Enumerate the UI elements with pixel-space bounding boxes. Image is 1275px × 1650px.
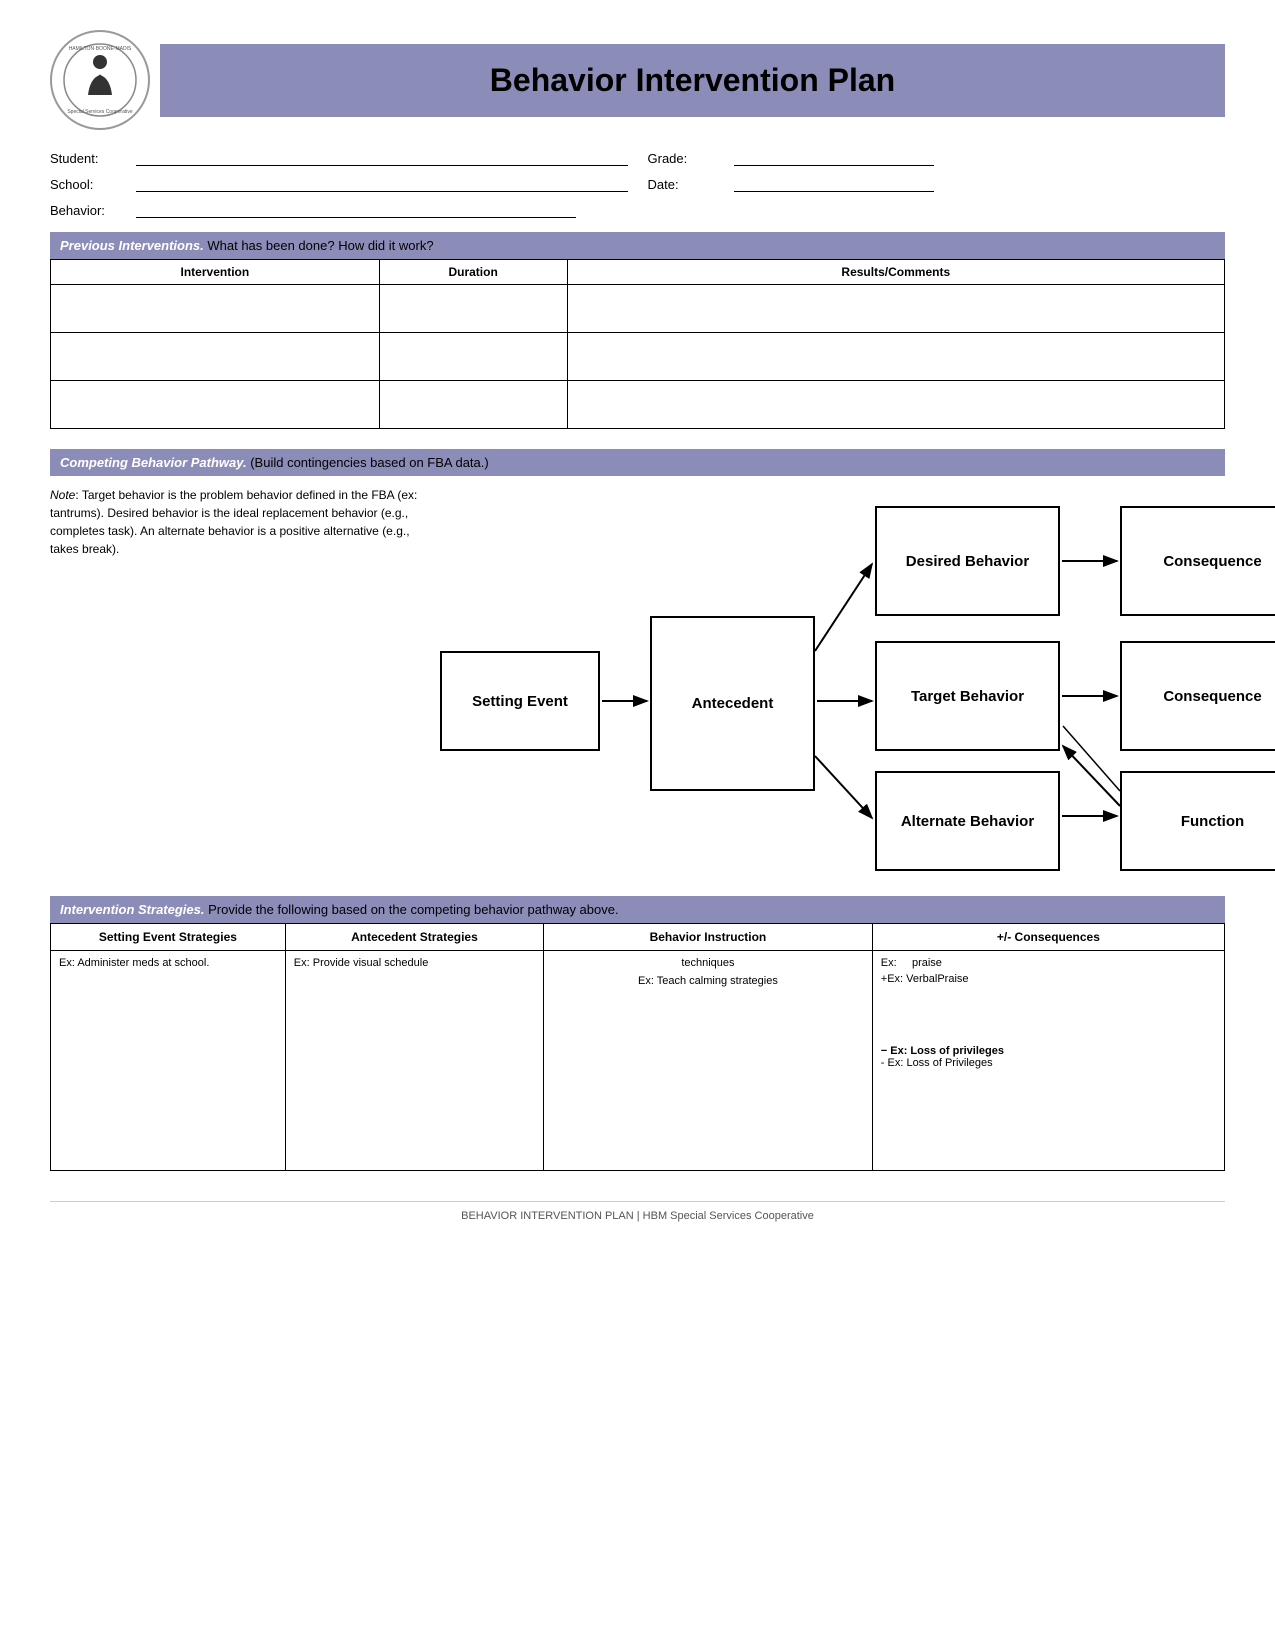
intervention-cell[interactable] bbox=[51, 285, 380, 333]
col-intervention: Intervention bbox=[51, 260, 380, 285]
box-target-behavior: Target Behavior bbox=[875, 641, 1060, 751]
intervention-header-sub: Provide the following based on the compe… bbox=[204, 902, 618, 917]
duration-cell[interactable] bbox=[379, 285, 567, 333]
col-results: Results/Comments bbox=[567, 260, 1224, 285]
note-intro: Note: bbox=[50, 488, 82, 502]
results-cell[interactable] bbox=[567, 285, 1224, 333]
behavior-instruction-cell[interactable]: techniques Ex: Teach calming strategies bbox=[544, 951, 873, 1171]
logo: HAMILTON·BOONE·MADIS Special Services Co… bbox=[50, 30, 150, 130]
prev-interventions-table: Intervention Duration Results/Comments bbox=[50, 259, 1225, 429]
col-antecedent-strat: Antecedent Strategies bbox=[285, 924, 543, 951]
consequence-plus1: Ex: praise bbox=[881, 957, 1216, 969]
pathway-container: Note: Target behavior is the problem beh… bbox=[50, 486, 1225, 866]
duration-cell[interactable] bbox=[379, 333, 567, 381]
strategies-table: Setting Event Strategies Antecedent Stra… bbox=[50, 923, 1225, 1171]
student-input[interactable] bbox=[136, 148, 628, 166]
strat-header-row: Setting Event Strategies Antecedent Stra… bbox=[51, 924, 1225, 951]
title-block: Behavior Intervention Plan bbox=[160, 44, 1225, 117]
page-title: Behavior Intervention Plan bbox=[180, 62, 1205, 99]
col-duration: Duration bbox=[379, 260, 567, 285]
date-input[interactable] bbox=[734, 174, 934, 192]
consequence-plus2: +Ex: VerbalPraise bbox=[881, 973, 1216, 985]
box-desired-behavior: Desired Behavior bbox=[875, 506, 1060, 616]
note-alternate-bold: alternate behavior bbox=[158, 524, 254, 538]
behavior-example: Ex: Teach calming strategies bbox=[638, 975, 778, 987]
setting-event-strat-cell[interactable]: Ex: Administer meds at school. bbox=[51, 951, 286, 1171]
previous-interventions-section: Previous Interventions. What has been do… bbox=[50, 232, 1225, 429]
pathway-note: Note: Target behavior is the problem beh… bbox=[50, 486, 440, 866]
table-header-row: Intervention Duration Results/Comments bbox=[51, 260, 1225, 285]
student-row: Student: bbox=[50, 148, 628, 166]
col-consequences: +/- Consequences bbox=[872, 924, 1224, 951]
consequence-minus1: − Ex: Loss of privileges bbox=[881, 1045, 1216, 1057]
intervention-header-bold: Intervention Strategies. bbox=[60, 902, 204, 917]
school-input[interactable] bbox=[136, 174, 628, 192]
strat-row: Ex: Administer meds at school. Ex: Provi… bbox=[51, 951, 1225, 1171]
grade-input[interactable] bbox=[734, 148, 934, 166]
col-behavior-instruction: Behavior Instruction bbox=[544, 924, 873, 951]
behavior-line2: Ex: Teach calming strategies bbox=[552, 975, 864, 987]
student-grade-row: Student: Grade: bbox=[50, 148, 1225, 174]
duration-cell[interactable] bbox=[379, 381, 567, 429]
antecedent-example: Ex: Provide visual schedule bbox=[294, 957, 429, 969]
results-cell[interactable] bbox=[567, 333, 1224, 381]
results-cell[interactable] bbox=[567, 381, 1224, 429]
prev-interventions-header: Previous Interventions. What has been do… bbox=[50, 232, 1225, 259]
page-header: HAMILTON·BOONE·MADIS Special Services Co… bbox=[50, 30, 1225, 130]
box-consequence-mid: Consequence bbox=[1120, 641, 1275, 751]
prev-header-bold: Previous Interventions. bbox=[60, 238, 204, 253]
table-row bbox=[51, 333, 1225, 381]
col-setting-event-strat: Setting Event Strategies bbox=[51, 924, 286, 951]
intervention-strategies-header: Intervention Strategies. Provide the fol… bbox=[50, 896, 1225, 923]
pathway-diagram: Setting Event Antecedent Desired Behavio… bbox=[440, 486, 1225, 866]
note-target-bold: Target behavior bbox=[82, 488, 165, 502]
svg-text:Special Services Cooperative: Special Services Cooperative bbox=[67, 109, 133, 115]
antecedent-strat-cell[interactable]: Ex: Provide visual schedule bbox=[285, 951, 543, 1171]
svg-text:HAMILTON·BOONE·MADIS: HAMILTON·BOONE·MADIS bbox=[69, 46, 132, 52]
table-row bbox=[51, 381, 1225, 429]
table-row bbox=[51, 285, 1225, 333]
student-info-section: Student: Grade: School: Date: Behavior: bbox=[50, 148, 1225, 218]
grade-row: Grade: bbox=[648, 148, 1226, 166]
box-consequence-top: Consequence bbox=[1120, 506, 1275, 616]
prev-header-sub: What has been done? How did it work? bbox=[204, 238, 434, 253]
school-label: School: bbox=[50, 177, 130, 192]
box-alternate-behavior: Alternate Behavior bbox=[875, 771, 1060, 871]
page-footer: BEHAVIOR INTERVENTION PLAN | HBM Special… bbox=[50, 1201, 1225, 1222]
student-label: Student: bbox=[50, 151, 130, 166]
competing-header: Competing Behavior Pathway. (Build conti… bbox=[50, 449, 1225, 476]
box-antecedent: Antecedent bbox=[650, 616, 815, 791]
date-row: Date: bbox=[648, 174, 1226, 192]
intervention-cell[interactable] bbox=[51, 381, 380, 429]
box-function: Function bbox=[1120, 771, 1275, 871]
school-row: School: bbox=[50, 174, 628, 192]
footer-text: BEHAVIOR INTERVENTION PLAN | HBM Special… bbox=[461, 1210, 814, 1222]
school-date-row: School: Date: bbox=[50, 174, 1225, 200]
behavior-row: Behavior: bbox=[50, 200, 1225, 218]
behavior-input[interactable] bbox=[136, 200, 576, 218]
date-label: Date: bbox=[648, 177, 728, 192]
competing-header-bold: Competing Behavior Pathway. bbox=[60, 455, 247, 470]
note-desired-bold: Desired behavior bbox=[107, 506, 198, 520]
consequences-cell[interactable]: Ex: praise +Ex: VerbalPraise − Ex: Loss … bbox=[872, 951, 1224, 1171]
competing-header-sub: (Build contingencies based on FBA data.) bbox=[247, 455, 489, 470]
setting-event-example: Ex: Administer meds at school. bbox=[59, 957, 209, 969]
box-setting-event: Setting Event bbox=[440, 651, 600, 751]
intervention-cell[interactable] bbox=[51, 333, 380, 381]
behavior-line1: techniques bbox=[552, 957, 864, 969]
intervention-strategies-section: Intervention Strategies. Provide the fol… bbox=[50, 896, 1225, 1171]
competing-behavior-section: Competing Behavior Pathway. (Build conti… bbox=[50, 449, 1225, 866]
grade-label: Grade: bbox=[648, 151, 728, 166]
consequence-minus2: - Ex: Loss of Privileges bbox=[881, 1057, 1216, 1069]
behavior-label: Behavior: bbox=[50, 203, 130, 218]
